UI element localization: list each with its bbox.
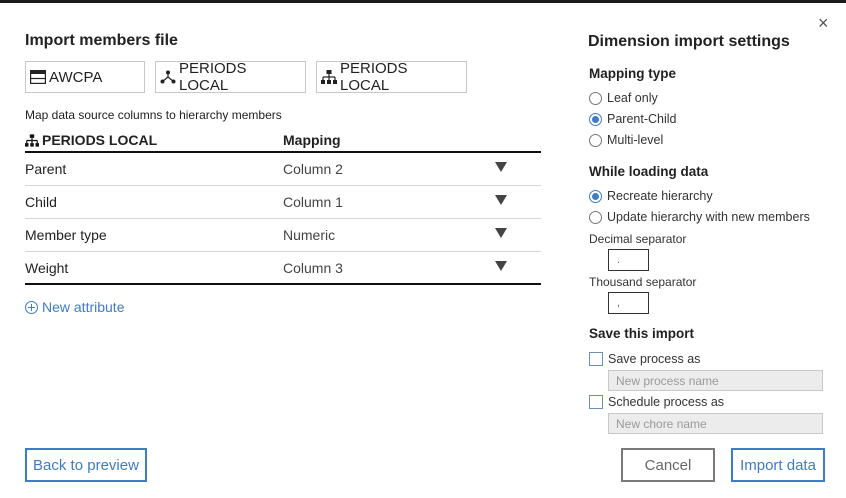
source-periods-dimension-button[interactable]: PERIODS LOCAL xyxy=(316,60,467,94)
radio-label: Parent-Child xyxy=(607,112,677,126)
header-dimension: PERIODS LOCAL xyxy=(25,132,157,148)
attribute-name: Weight xyxy=(25,260,69,276)
dimension-icon xyxy=(321,70,337,84)
mapping-hint: Map data source columns to hierarchy mem… xyxy=(25,108,282,122)
back-to-preview-button[interactable]: Back to preview xyxy=(25,448,147,482)
settings-title: Dimension import settings xyxy=(588,33,790,50)
radio-multi-level[interactable]: Multi-level xyxy=(589,133,663,147)
close-icon[interactable]: × xyxy=(818,13,829,33)
table-row: Weight Column 3 xyxy=(25,252,541,285)
radio-selected-icon[interactable] xyxy=(589,112,602,126)
attribute-name: Child xyxy=(25,194,57,210)
mapping-select[interactable]: Column 2 xyxy=(283,161,343,177)
attribute-name: Parent xyxy=(25,161,67,177)
mapping-table-body: Parent Column 2 Child Column 1 Member ty… xyxy=(25,153,541,285)
mapping-select[interactable]: Column 3 xyxy=(283,260,343,276)
header-dimension-label: PERIODS LOCAL xyxy=(42,132,158,148)
attribute-name: Member type xyxy=(25,227,107,243)
table-row: Child Column 1 xyxy=(25,186,541,219)
source-label: PERIODS LOCAL xyxy=(340,60,408,94)
source-awcpa-button[interactable]: AWCPA xyxy=(25,61,145,93)
table-row: Parent Column 2 xyxy=(25,153,541,186)
dimension-icon xyxy=(25,133,39,147)
dropdown-arrow-icon[interactable] xyxy=(495,195,507,205)
new-attribute-label: New attribute xyxy=(42,299,125,315)
decimal-separator-input[interactable]: . xyxy=(608,249,649,271)
source-label: AWCPA xyxy=(49,68,103,86)
mapping-table-header: PERIODS LOCAL Mapping xyxy=(25,131,541,153)
radio-selected-icon[interactable] xyxy=(589,189,602,203)
radio-icon[interactable] xyxy=(589,133,602,147)
radio-label: Multi-level xyxy=(607,133,664,147)
import-members-title: Import members file xyxy=(25,32,178,49)
hierarchy-icon xyxy=(160,70,176,84)
table-icon xyxy=(30,70,46,84)
dropdown-arrow-icon[interactable] xyxy=(495,162,507,172)
decimal-separator-label: Decimal separator xyxy=(589,232,687,246)
loading-heading: While loading data xyxy=(589,164,709,179)
radio-leaf-only[interactable]: Leaf only xyxy=(589,91,658,105)
dropdown-arrow-icon[interactable] xyxy=(495,228,507,238)
new-attribute-link[interactable]: New attribute xyxy=(25,299,124,315)
radio-parent-child[interactable]: Parent-Child xyxy=(589,112,676,126)
checkbox-icon[interactable] xyxy=(589,352,603,366)
radio-recreate-hierarchy[interactable]: Recreate hierarchy xyxy=(589,189,713,203)
radio-icon[interactable] xyxy=(589,91,602,105)
header-mapping: Mapping xyxy=(283,132,341,148)
radio-label: Leaf only xyxy=(607,91,658,105)
schedule-process-checkbox[interactable]: Schedule process as xyxy=(589,395,724,409)
save-process-checkbox[interactable]: Save process as xyxy=(589,352,700,366)
mapping-type-heading: Mapping type xyxy=(589,66,676,81)
mapping-select[interactable]: Numeric xyxy=(283,227,335,243)
radio-icon[interactable] xyxy=(589,210,602,224)
source-periods-hierarchy-button[interactable]: PERIODS LOCAL xyxy=(155,60,306,94)
radio-label: Update hierarchy with new members xyxy=(607,210,810,224)
save-import-heading: Save this import xyxy=(589,326,695,341)
import-data-button[interactable]: Import data xyxy=(731,448,825,482)
radio-update-hierarchy[interactable]: Update hierarchy with new members xyxy=(589,210,810,224)
radio-label: Recreate hierarchy xyxy=(607,189,713,203)
mapping-select[interactable]: Column 1 xyxy=(283,194,343,210)
checkbox-label: Save process as xyxy=(608,352,701,366)
checkbox-label: Schedule process as xyxy=(608,395,725,409)
checkbox-icon[interactable] xyxy=(589,395,603,409)
process-name-input[interactable]: New process name xyxy=(608,370,823,391)
thousand-separator-input[interactable]: , xyxy=(608,292,649,314)
source-label: PERIODS LOCAL xyxy=(179,60,247,94)
table-row: Member type Numeric xyxy=(25,219,541,252)
cancel-button[interactable]: Cancel xyxy=(621,448,715,482)
dropdown-arrow-icon[interactable] xyxy=(495,261,507,271)
plus-circle-icon xyxy=(25,300,38,314)
chore-name-input[interactable]: New chore name xyxy=(608,413,823,434)
thousand-separator-label: Thousand separator xyxy=(589,275,697,289)
